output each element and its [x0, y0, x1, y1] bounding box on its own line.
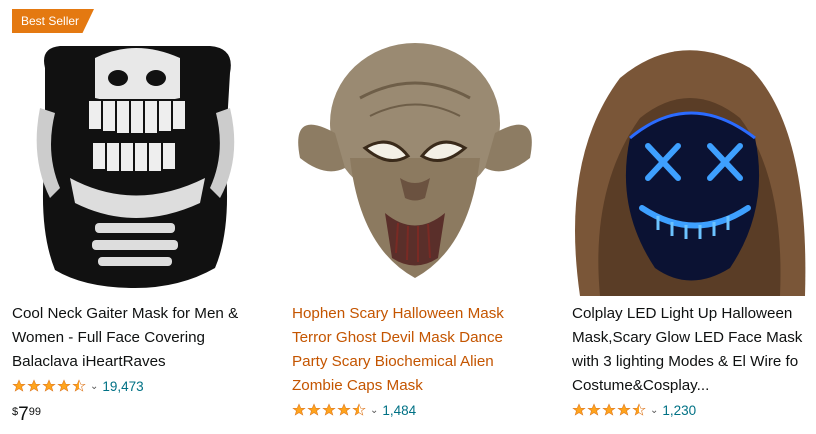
product-card[interactable]: Colplay LED Light Up Halloween Mask,Scar…: [560, 0, 816, 434]
skull-neck-gaiter-icon: [36, 46, 235, 288]
product-title[interactable]: Cool Neck Gaiter Mask for Men & Women - …: [12, 302, 270, 374]
title-line: Terror Ghost Devil Mask Dance: [292, 329, 503, 346]
chevron-down-icon[interactable]: ⌄: [370, 405, 378, 416]
product-card[interactable]: Hophen Scary Halloween Mask Terror Ghost…: [280, 0, 550, 434]
rating-row[interactable]: ⌄ 1,230: [572, 400, 696, 420]
star-full-icon: [322, 403, 336, 416]
product-image[interactable]: [560, 38, 816, 296]
title-line: with 3 lighting Modes & El Wire fo: [572, 353, 799, 370]
title-line: Zombie Caps Mask: [292, 377, 423, 394]
star-full-icon: [307, 403, 321, 416]
title-line: Colplay LED Light Up Halloween: [572, 305, 793, 322]
product-card[interactable]: Best Seller Cool Neck Gaiter Mask for Me…: [0, 0, 270, 434]
price: $ 7 99: [12, 404, 41, 426]
review-count[interactable]: 19,473: [102, 379, 143, 394]
star-rating-icon: [572, 403, 646, 417]
star-full-icon: [57, 379, 71, 392]
star-full-icon: [337, 403, 351, 416]
title-line: Mask,Scary Glow LED Face Mask: [572, 329, 803, 346]
star-full-icon: [292, 403, 306, 416]
alien-latex-mask-icon: [298, 43, 532, 278]
title-line: Party Scary Biochemical Alien: [292, 353, 494, 370]
best-seller-badge: Best Seller: [12, 9, 94, 33]
star-full-icon: [572, 403, 586, 416]
review-count[interactable]: 1,230: [662, 403, 696, 418]
star-full-icon: [602, 403, 616, 416]
title-line: Cool Neck Gaiter Mask for Men &: [12, 305, 239, 322]
star-half-icon: [632, 403, 646, 416]
rating-row[interactable]: ⌄ 1,484: [292, 400, 416, 420]
product-image[interactable]: [280, 38, 550, 296]
star-rating-icon: [12, 379, 86, 393]
star-full-icon: [27, 379, 41, 392]
title-line: Hophen Scary Halloween Mask: [292, 305, 504, 322]
rating-row[interactable]: ⌄ 19,473: [12, 376, 144, 396]
star-half-icon: [352, 403, 366, 416]
star-full-icon: [587, 403, 601, 416]
title-line: Women - Full Face Covering: [12, 329, 206, 346]
led-mask-hood-icon: [575, 50, 806, 296]
product-title[interactable]: Hophen Scary Halloween Mask Terror Ghost…: [292, 302, 550, 398]
star-full-icon: [617, 403, 631, 416]
star-full-icon: [12, 379, 26, 392]
price-whole: 7: [18, 404, 29, 425]
chevron-down-icon[interactable]: ⌄: [650, 405, 658, 416]
title-line: Costume&Cosplay...: [572, 377, 710, 394]
title-line: Balaclava iHeartRaves: [12, 353, 166, 370]
review-count[interactable]: 1,484: [382, 403, 416, 418]
product-image[interactable]: [0, 38, 270, 296]
price-fraction: 99: [28, 406, 41, 418]
star-half-icon: [72, 379, 86, 392]
chevron-down-icon[interactable]: ⌄: [90, 381, 98, 392]
product-title[interactable]: Colplay LED Light Up Halloween Mask,Scar…: [572, 302, 816, 398]
star-rating-icon: [292, 403, 366, 417]
star-full-icon: [42, 379, 56, 392]
